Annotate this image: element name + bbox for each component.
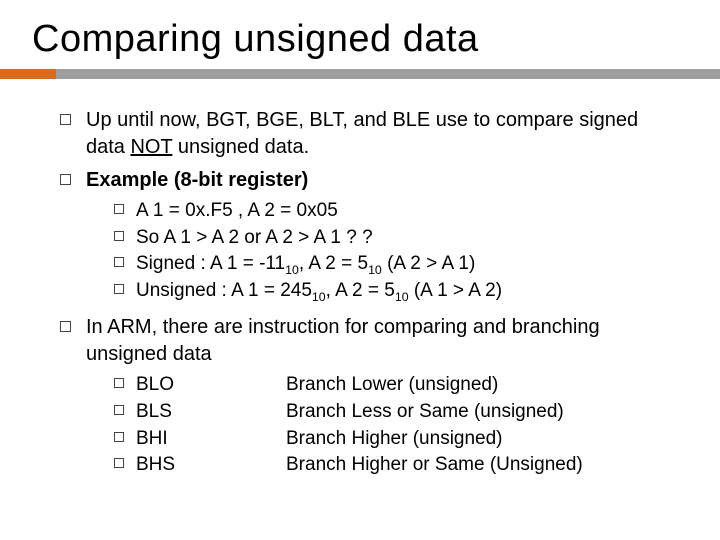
bullet-3-sublist: BLOBranch Lower (unsigned) BLSBranch Les…	[86, 372, 680, 478]
bullet-3-text: In ARM, there are instruction for compar…	[86, 316, 600, 365]
sub-2-4-b: , A 2 = 5	[326, 280, 395, 301]
sub-3-4: BHSBranch Higher or Same (Unsigned)	[114, 452, 680, 479]
desc-bhi: Branch Higher (unsigned)	[286, 428, 503, 449]
bullet-list: Up until now, BGT, BGE, BLT, and BLE use…	[60, 107, 680, 479]
slide: Comparing unsigned data Up until now, BG…	[0, 0, 720, 540]
mnemonic-blo: BLO	[136, 372, 286, 399]
sub-2-4-sub1: 10	[312, 290, 326, 304]
sub-2-3-a: Signed : A 1 = -11	[136, 253, 285, 274]
sub-3-3: BHIBranch Higher (unsigned)	[114, 426, 680, 453]
bullet-1: Up until now, BGT, BGE, BLT, and BLE use…	[60, 107, 680, 161]
sub-2-2-text: So A 1 > A 2 or A 2 > A 1 ? ?	[136, 227, 373, 248]
rule-accent	[0, 69, 56, 79]
bullet-2: Example (8-bit register) A 1 = 0x.F5 , A…	[60, 167, 680, 304]
title-rule	[0, 69, 720, 87]
mnemonic-bls: BLS	[136, 399, 286, 426]
sub-3-1: BLOBranch Lower (unsigned)	[114, 372, 680, 399]
sub-2-4-sub2: 10	[395, 290, 409, 304]
sub-2-3-sub1: 10	[285, 263, 299, 277]
sub-2-3-sub2: 10	[368, 263, 382, 277]
bullet-2-text: Example (8-bit register)	[86, 169, 308, 191]
mnemonic-bhs: BHS	[136, 452, 286, 479]
sub-2-4: Unsigned : A 1 = 24510, A 2 = 510 (A 1 >…	[114, 278, 680, 305]
sub-2-2: So A 1 > A 2 or A 2 > A 1 ? ?	[114, 225, 680, 252]
sub-2-3: Signed : A 1 = -1110, A 2 = 510 (A 2 > A…	[114, 251, 680, 278]
sub-2-3-c: (A 2 > A 1)	[382, 253, 475, 274]
bullet-1-text-b: unsigned data.	[172, 136, 309, 158]
rule-gray	[56, 69, 720, 79]
bullet-2-sublist: A 1 = 0x.F5 , A 2 = 0x05 So A 1 > A 2 or…	[86, 198, 680, 304]
slide-content: Up until now, BGT, BGE, BLT, and BLE use…	[0, 87, 720, 479]
slide-title: Comparing unsigned data	[0, 0, 720, 69]
sub-2-1: A 1 = 0x.F5 , A 2 = 0x05	[114, 198, 680, 225]
bullet-1-not: NOT	[130, 136, 172, 158]
desc-bhs: Branch Higher or Same (Unsigned)	[286, 454, 583, 475]
sub-2-3-b: , A 2 = 5	[299, 253, 368, 274]
bullet-3: In ARM, there are instruction for compar…	[60, 314, 680, 478]
sub-3-2: BLSBranch Less or Same (unsigned)	[114, 399, 680, 426]
mnemonic-bhi: BHI	[136, 426, 286, 453]
desc-bls: Branch Less or Same (unsigned)	[286, 401, 564, 422]
sub-2-4-c: (A 1 > A 2)	[409, 280, 502, 301]
desc-blo: Branch Lower (unsigned)	[286, 374, 498, 395]
sub-2-1-text: A 1 = 0x.F5 , A 2 = 0x05	[136, 200, 338, 221]
sub-2-4-a: Unsigned : A 1 = 245	[136, 280, 312, 301]
